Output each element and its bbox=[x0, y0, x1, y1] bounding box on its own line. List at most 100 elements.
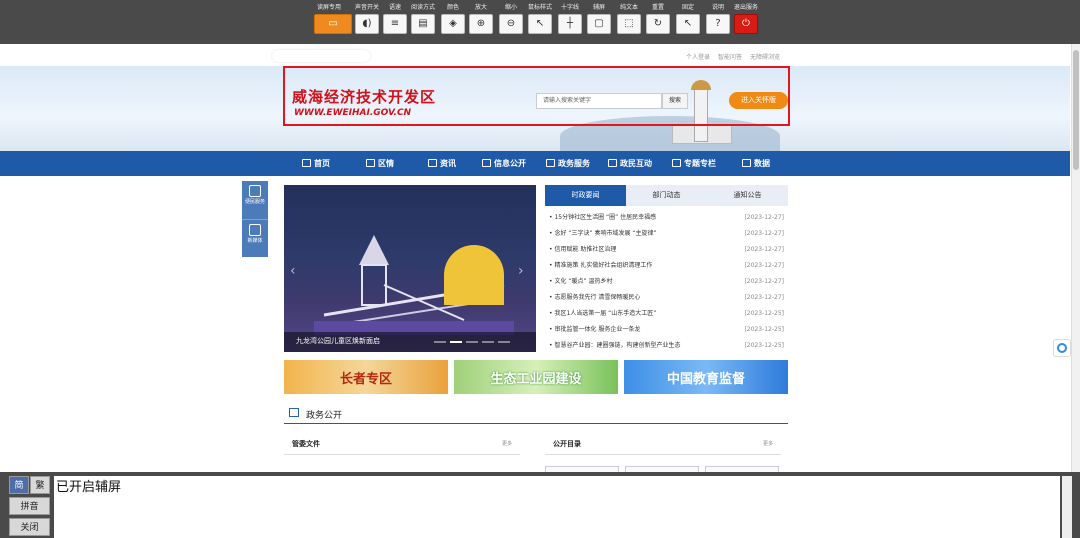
list-item[interactable]: • 志愿服务我先行 清雪保畅暖民心 [2023-12-27] bbox=[545, 290, 788, 306]
text-only-icon: ⬚ bbox=[617, 14, 641, 34]
carousel-dot[interactable] bbox=[450, 341, 462, 343]
news-carousel[interactable]: ‹ › 九龙湾公园儿童区焕新面启 bbox=[284, 185, 536, 352]
float-service-icon[interactable] bbox=[1053, 339, 1071, 357]
tool-screen-reader[interactable]: 读屏专用 ▭ bbox=[314, 4, 352, 34]
news-date: [2023-12-27] bbox=[744, 262, 784, 269]
news-title: • 文化 “暖点” 温热乡村 bbox=[549, 278, 613, 285]
news-title-text: 信用赋能 助推社区治理 bbox=[554, 246, 617, 253]
list-item[interactable]: • 念好 “三字诀” 奏响市域发展 “主旋律” [2023-12-27] bbox=[545, 226, 788, 242]
news-title: • 智慧谷产业园：建圈强链，构建创新型产业生态 bbox=[549, 342, 681, 349]
page-scrollbar[interactable] bbox=[1071, 44, 1080, 474]
section-title: 政务公开 bbox=[306, 411, 343, 421]
list-item[interactable]: • 文化 “暖点” 温热乡村 [2023-12-27] bbox=[545, 274, 788, 290]
nav-data[interactable]: 数据 bbox=[742, 151, 770, 176]
district-icon bbox=[366, 159, 375, 167]
news-icon bbox=[428, 159, 437, 167]
interact-icon bbox=[608, 159, 617, 167]
assist-scrollbar[interactable] bbox=[1062, 476, 1072, 538]
nav-district[interactable]: 区情 bbox=[366, 151, 394, 176]
list-item[interactable]: • 信用赋能 助推社区治理 [2023-12-27] bbox=[545, 242, 788, 258]
news-title: • 我区1人当选第一届 “山东手造大工匠” bbox=[549, 310, 657, 317]
nav-news[interactable]: 资讯 bbox=[428, 151, 456, 176]
top-links-bar: 个人登录 智能问答 无障碍浏览 bbox=[0, 48, 1070, 64]
tab-notices[interactable]: 通知公告 bbox=[707, 185, 788, 206]
search-input[interactable]: 请输入搜索关键字 bbox=[536, 93, 662, 109]
nav-label: 专题专栏 bbox=[684, 159, 716, 168]
carousel-next-icon[interactable]: › bbox=[518, 263, 524, 279]
pinyin-button[interactable]: 拼音 bbox=[9, 497, 50, 515]
side-new-media[interactable]: 新媒体 bbox=[242, 219, 268, 255]
promo-eco-park[interactable]: 生态工业园建设 bbox=[454, 360, 618, 394]
tab-department-news[interactable]: 部门动态 bbox=[626, 185, 707, 206]
color-icon: ◈ bbox=[441, 14, 465, 34]
link-personal-login[interactable]: 个人登录 bbox=[686, 52, 710, 61]
reset-icon: ↻ bbox=[646, 14, 670, 34]
promo-education-supervision[interactable]: 中国教育监督 bbox=[624, 360, 788, 394]
data-icon bbox=[742, 159, 751, 167]
news-title: • 精准施策 扎实做好社会组织清理工作 bbox=[549, 262, 653, 269]
news-title-text: 文化 “暖点” 温热乡村 bbox=[554, 278, 613, 285]
close-button[interactable]: 关闭 bbox=[9, 518, 50, 536]
carousel-dot[interactable] bbox=[482, 341, 494, 343]
committee-files-header: 管委文件 更多 bbox=[284, 435, 520, 455]
link-accessible-browse[interactable]: 无障碍浏览 bbox=[750, 52, 780, 61]
carousel-prev-icon[interactable]: ‹ bbox=[290, 263, 296, 279]
news-title: • 念好 “三字诀” 奏响市域发展 “主旋律” bbox=[549, 230, 657, 237]
scrollbar-thumb[interactable] bbox=[1073, 50, 1079, 170]
nav-home[interactable]: 首页 bbox=[302, 151, 330, 176]
promo-label: 长者专区 bbox=[339, 372, 392, 387]
nav-interaction[interactable]: 政民互动 bbox=[608, 151, 652, 176]
tool-label: 退出服务 bbox=[733, 4, 758, 11]
side-label: 新媒体 bbox=[247, 238, 263, 244]
topic-icon bbox=[672, 159, 681, 167]
news-tabs: 时政要闻 部门动态 通知公告 bbox=[545, 185, 788, 206]
list-item[interactable]: • 精准施策 扎实做好社会组织清理工作 [2023-12-27] bbox=[545, 258, 788, 274]
news-title-text: 志愿服务我先行 清雪保畅暖民心 bbox=[554, 294, 641, 301]
nav-topics[interactable]: 专题专栏 bbox=[672, 151, 716, 176]
news-title-text: 精准施策 扎实做好社会组织清理工作 bbox=[554, 262, 653, 269]
more-link[interactable]: 更多 bbox=[763, 440, 773, 447]
promo-elder-zone[interactable]: 长者专区 bbox=[284, 360, 448, 394]
assist-message: 已开启辅屏 bbox=[56, 480, 122, 495]
carousel-dot[interactable] bbox=[498, 341, 510, 343]
site-title[interactable]: 威海经济技术开发区 bbox=[292, 86, 436, 107]
column-title: 管委文件 bbox=[292, 440, 320, 448]
playground-arch bbox=[444, 245, 504, 305]
side-float-menu: 便民服务 新媒体 bbox=[242, 181, 268, 257]
tool-exit-service[interactable]: 退出服务 ⏻ bbox=[731, 4, 761, 34]
list-item[interactable]: • 智慧谷产业园：建圈强链，构建创新型产业生态 [2023-12-25] bbox=[545, 338, 788, 354]
promo-label: 中国教育监督 bbox=[666, 372, 745, 387]
news-date: [2023-12-27] bbox=[744, 246, 784, 253]
carousel-dot[interactable] bbox=[434, 341, 446, 343]
list-item[interactable]: • 15分钟社区生活圈 “圈” 住居民幸福感 [2023-12-27] bbox=[545, 210, 788, 226]
carousel-dot[interactable] bbox=[466, 341, 478, 343]
news-date: [2023-12-25] bbox=[744, 342, 784, 349]
care-version-button[interactable]: 进入关怀版 bbox=[729, 92, 788, 109]
cursor-icon: ↖ bbox=[528, 14, 552, 34]
tab-politics-news[interactable]: 时政要闻 bbox=[545, 185, 626, 206]
search-doc-icon bbox=[249, 185, 261, 197]
side-convenience-service[interactable]: 便民服务 bbox=[242, 181, 268, 217]
carousel-caption[interactable]: 九龙湾公园儿童区焕新面启 bbox=[296, 336, 380, 346]
nav-label: 首页 bbox=[314, 159, 330, 168]
open-gov-icon bbox=[289, 408, 299, 417]
list-item[interactable]: • 我区1人当选第一届 “山东手造大工匠” [2023-12-25] bbox=[545, 306, 788, 322]
nav-label: 政民互动 bbox=[620, 159, 652, 168]
monitor-icon: ▭ bbox=[314, 14, 352, 34]
list-item[interactable]: • 审批监管一体化 服务企业一条龙 [2023-12-25] bbox=[545, 322, 788, 338]
help-icon: ? bbox=[706, 14, 730, 34]
site-url: WWW.EWEIHAI.GOV.CN bbox=[294, 108, 412, 118]
news-title: • 志愿服务我先行 清雪保畅暖民心 bbox=[549, 294, 641, 301]
link-smart-qa[interactable]: 智能问答 bbox=[718, 52, 742, 61]
nav-info-open[interactable]: 信息公开 bbox=[482, 151, 526, 176]
assist-display-panel bbox=[54, 476, 1060, 538]
traditional-button[interactable]: 繁 bbox=[30, 476, 50, 494]
simplified-button[interactable]: 简 bbox=[9, 476, 29, 494]
section-divider bbox=[284, 423, 788, 424]
power-icon: ⏻ bbox=[734, 14, 758, 34]
info-icon bbox=[482, 159, 491, 167]
more-link[interactable]: 更多 bbox=[502, 440, 512, 447]
news-date: [2023-12-27] bbox=[744, 230, 784, 237]
search-button[interactable]: 搜索 bbox=[662, 93, 688, 109]
nav-gov-service[interactable]: 政务服务 bbox=[546, 151, 590, 176]
